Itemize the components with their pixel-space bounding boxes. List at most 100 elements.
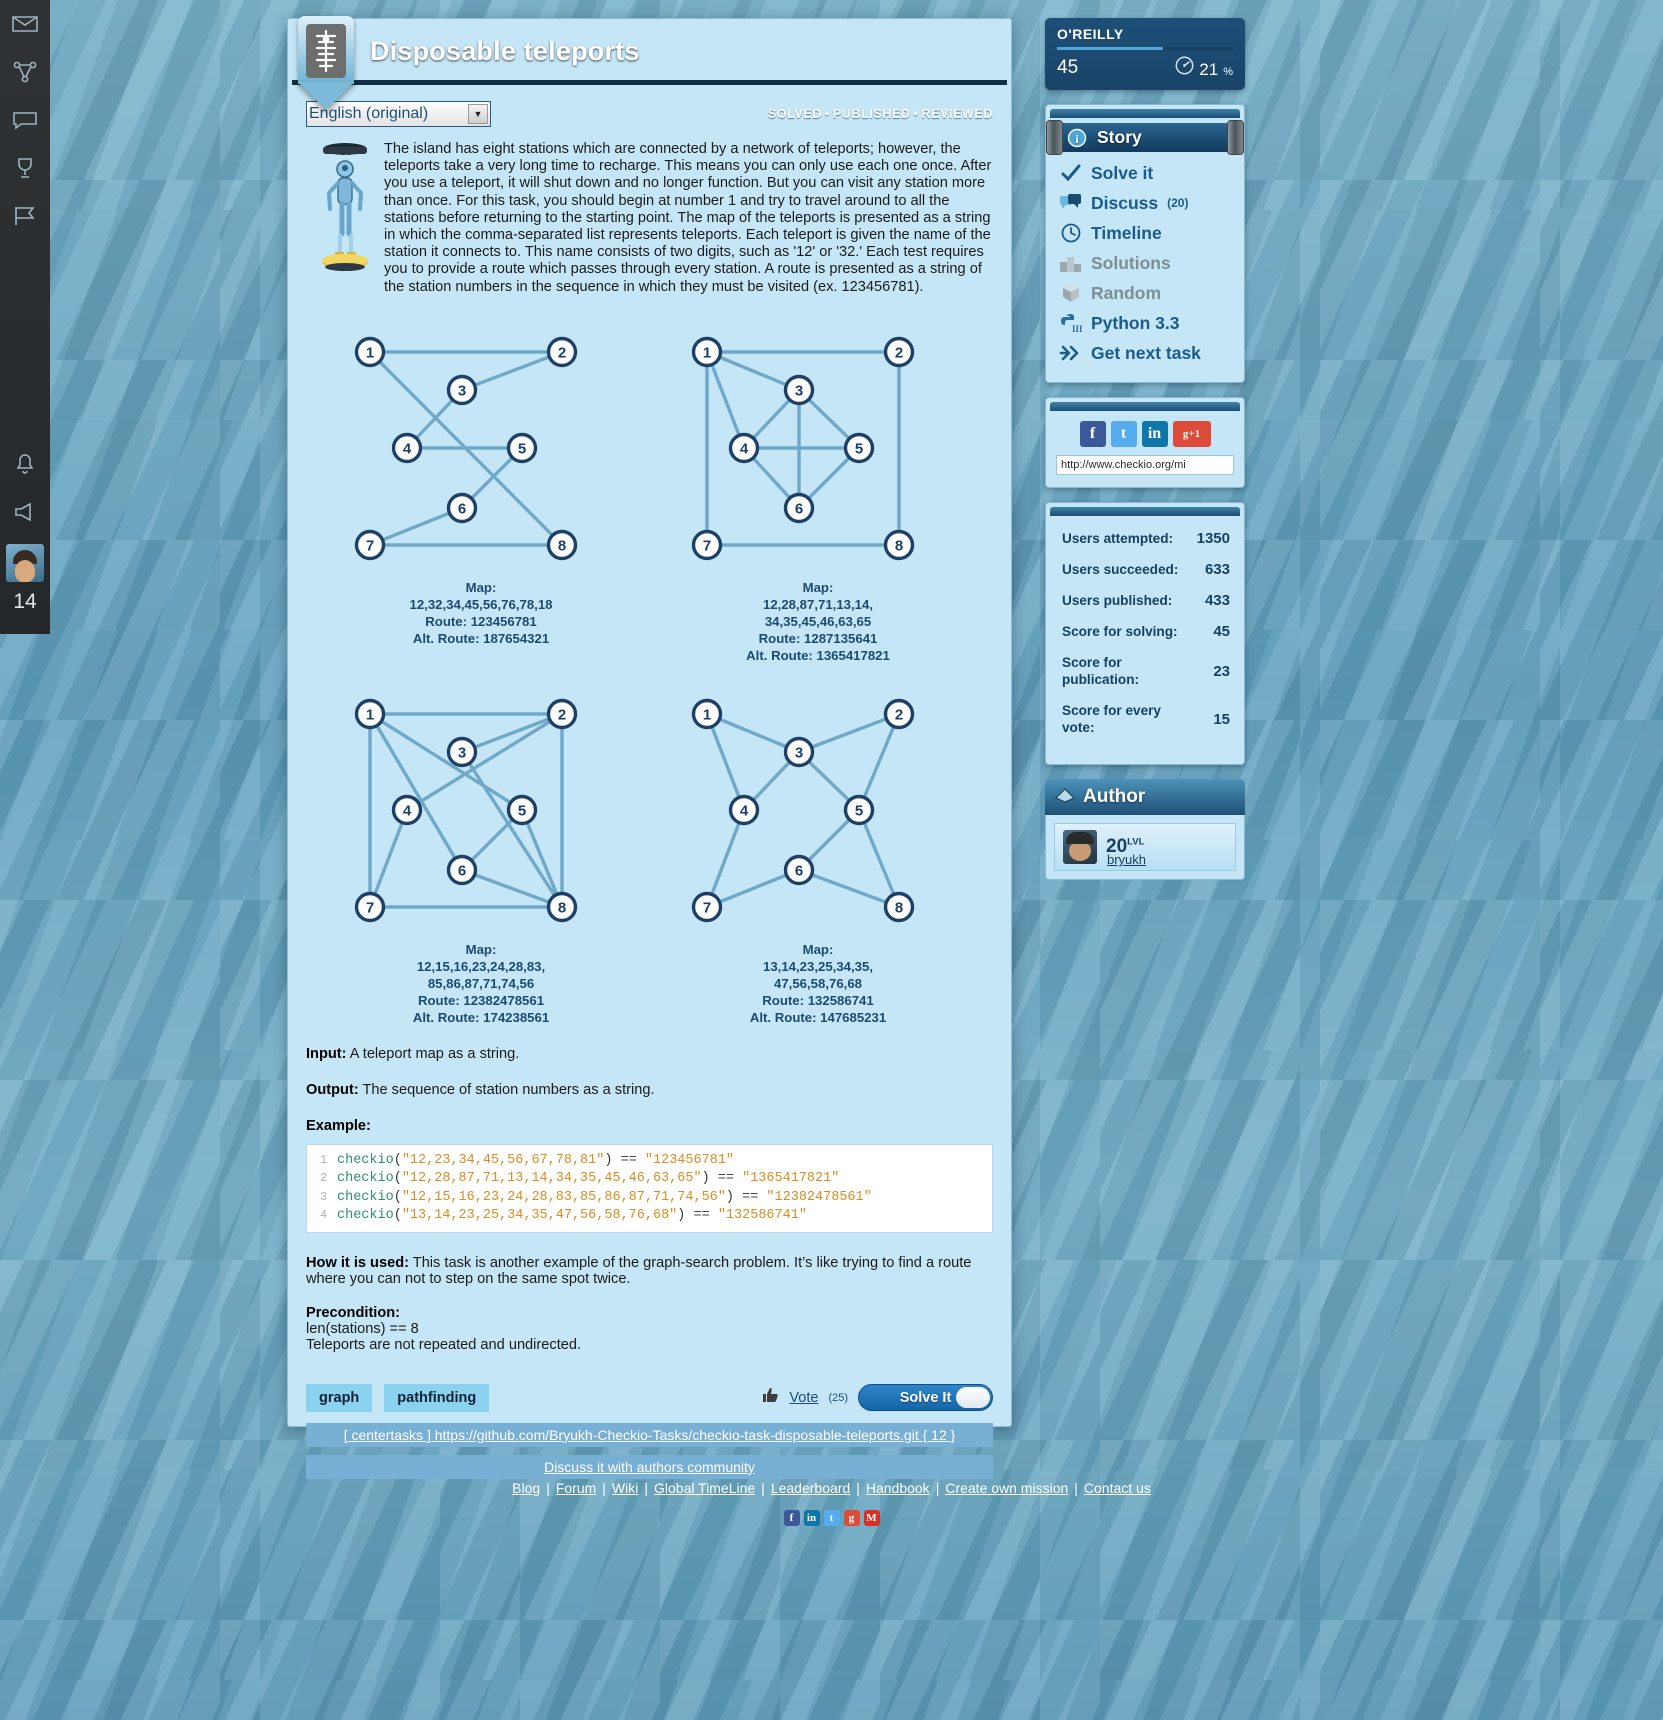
- graph-node-label: 2: [557, 706, 565, 723]
- graph-edge: [368, 712, 523, 812]
- status-reviewed: REVIEWED: [921, 107, 993, 121]
- language-status-row: English (original) ▼ SOLVED • PUBLISHED • RE…: [306, 99, 993, 129]
- graph-edge: [519, 809, 564, 908]
- tag-pathfinding[interactable]: pathfinding: [384, 1383, 490, 1412]
- stat-key: Users published:: [1062, 593, 1173, 608]
- stat-value: 15: [1213, 710, 1230, 728]
- graph-diagram: 1 2 3 4 5 6 7 8: [354, 336, 577, 561]
- author-header: Author: [1045, 779, 1245, 815]
- chevron-down-icon[interactable]: ▼: [468, 104, 488, 124]
- author-avatar[interactable]: [1063, 830, 1097, 864]
- stat-key: Score for every vote:: [1062, 703, 1161, 735]
- usage-line: How it is used: This task is another exa…: [306, 1255, 993, 1287]
- graph-map-line: 47,56,58,76,68: [774, 975, 862, 991]
- flag-icon[interactable]: [0, 192, 50, 240]
- graph-node-label: 4: [739, 440, 748, 457]
- stats-panel-strip: [1050, 507, 1240, 516]
- footer-link-wiki[interactable]: Wiki: [612, 1480, 638, 1496]
- tag-graph[interactable]: graph: [306, 1383, 373, 1412]
- graph-node-label: 6: [457, 862, 465, 879]
- status-dot-2: •: [913, 107, 919, 121]
- social-buttons: f t in g+1: [1056, 421, 1234, 447]
- twitter-icon[interactable]: t: [1110, 421, 1137, 447]
- discuss-community-link[interactable]: Discuss it with authors community: [306, 1454, 993, 1479]
- graph-node-label: 8: [894, 537, 902, 554]
- solve-it-button[interactable]: Solve It: [858, 1384, 993, 1412]
- sidebar-item-python-3-3[interactable]: III Python 3.3: [1046, 308, 1244, 338]
- oreilly-name: O'REILLY: [1057, 26, 1124, 42]
- sidebar-item-story[interactable]: i Story: [1046, 120, 1244, 155]
- code-result: "12382478561": [766, 1189, 872, 1205]
- megaphone-icon[interactable]: [0, 488, 50, 536]
- twitter-icon[interactable]: t: [823, 1510, 840, 1526]
- mail-icon[interactable]: M: [863, 1510, 880, 1526]
- sidebar-item-solve-it[interactable]: Solve it: [1046, 158, 1244, 188]
- thumbs-up-icon[interactable]: [762, 1387, 779, 1408]
- footer-link-forum[interactable]: Forum: [556, 1480, 596, 1496]
- status-badge: SOLVED • PUBLISHED • REVIEWED: [768, 107, 993, 121]
- avatar[interactable]: [6, 544, 44, 582]
- author-name-link[interactable]: bryukh: [1107, 852, 1146, 867]
- graph-diagram: 1 2 3 4 5 6 7 8: [354, 698, 577, 923]
- footer-link-blog[interactable]: Blog: [512, 1480, 540, 1496]
- author-card[interactable]: 20LVL bryukh: [1054, 823, 1236, 871]
- graph-node-label: 1: [365, 344, 373, 361]
- bell-icon[interactable]: [0, 440, 50, 488]
- footer-link-contact-us[interactable]: Contact us: [1084, 1480, 1151, 1496]
- speech-icon[interactable]: [0, 96, 50, 144]
- graph-map-line: 12,15,16,23,24,28,83,: [416, 958, 546, 974]
- footer-separator: |: [761, 1480, 765, 1496]
- stat-key: Score for publication:: [1062, 655, 1140, 687]
- usage-label: How it is used:: [306, 1254, 409, 1271]
- code-result: "1365417821": [742, 1171, 840, 1187]
- footer-link-create-own-mission[interactable]: Create own mission: [945, 1480, 1068, 1496]
- solve-it-knob[interactable]: [956, 1387, 990, 1409]
- code-line: 1 checkio("12,23,34,45,56,67,78,81") == "…: [307, 1151, 992, 1170]
- sidebar-item-label: Discuss: [1091, 192, 1159, 213]
- gplus-icon[interactable]: g+1: [1172, 421, 1211, 447]
- rail-level: 14: [13, 590, 37, 613]
- share-url[interactable]: http://www.checkio.org/mi: [1056, 455, 1234, 475]
- left-rail: 14: [0, 0, 50, 634]
- repo-link[interactable]: [ centertasks ] https://github.com/Bryuk…: [306, 1422, 993, 1447]
- footer-link-global-timeline[interactable]: Global TimeLine: [654, 1480, 755, 1496]
- graph-node-label: 3: [457, 744, 465, 761]
- example-line: Example:: [306, 1118, 993, 1134]
- nav-cap-right: [1227, 120, 1244, 155]
- facebook-icon[interactable]: f: [783, 1510, 800, 1526]
- stat-row: Score for publication: 23: [1062, 654, 1230, 688]
- graph-node-label: 7: [702, 899, 710, 916]
- vote-link[interactable]: Vote: [789, 1390, 818, 1406]
- graph-1-route: Route: 123456781: [425, 613, 537, 629]
- input-text: A teleport map as a string.: [349, 1045, 520, 1062]
- social-panel: f t in g+1 http://www.checkio.org/mi: [1045, 397, 1245, 488]
- sidebar-item-discuss[interactable]: Discuss (20): [1046, 188, 1244, 218]
- page-footer: Blog | Forum | Wiki | Global TimeLine | Leaderbo…: [0, 1480, 1663, 1526]
- trophy-icon[interactable]: [0, 144, 50, 192]
- code-function: checkio: [337, 1189, 394, 1205]
- footer-link-handbook[interactable]: Handbook: [866, 1480, 930, 1496]
- sidebar-item-timeline[interactable]: Timeline: [1046, 218, 1244, 248]
- graph-node-label: 5: [854, 802, 862, 819]
- precondition-line-1: len(stations) == 8: [306, 1320, 419, 1337]
- status-dot-1: •: [824, 107, 830, 121]
- gplus-icon[interactable]: g: [843, 1510, 860, 1526]
- sidebar-item-get-next-task[interactable]: Get next task: [1046, 338, 1244, 368]
- graph-edge: [460, 350, 563, 392]
- linkedin-icon[interactable]: in: [1141, 421, 1168, 447]
- code-result: "123456781": [644, 1152, 735, 1168]
- envelope-icon[interactable]: [0, 0, 50, 48]
- check-icon: [1060, 162, 1082, 184]
- task-card: Disposable teleports English (original) …: [287, 16, 1012, 1479]
- output-label: Output:: [306, 1081, 359, 1098]
- graph-edge: [797, 868, 900, 909]
- graph-node-label: 7: [702, 537, 710, 554]
- graph-1-alt-route: Alt. Route: 187654321: [412, 630, 550, 646]
- linkedin-icon[interactable]: in: [803, 1510, 820, 1526]
- facebook-icon[interactable]: f: [1079, 421, 1106, 447]
- network-icon[interactable]: [0, 48, 50, 96]
- footer-separator: |: [856, 1480, 860, 1496]
- vote-count: (25): [828, 1391, 848, 1404]
- footer-link-leaderboard[interactable]: Leaderboard: [771, 1480, 850, 1496]
- info-icon: i: [1066, 127, 1088, 149]
